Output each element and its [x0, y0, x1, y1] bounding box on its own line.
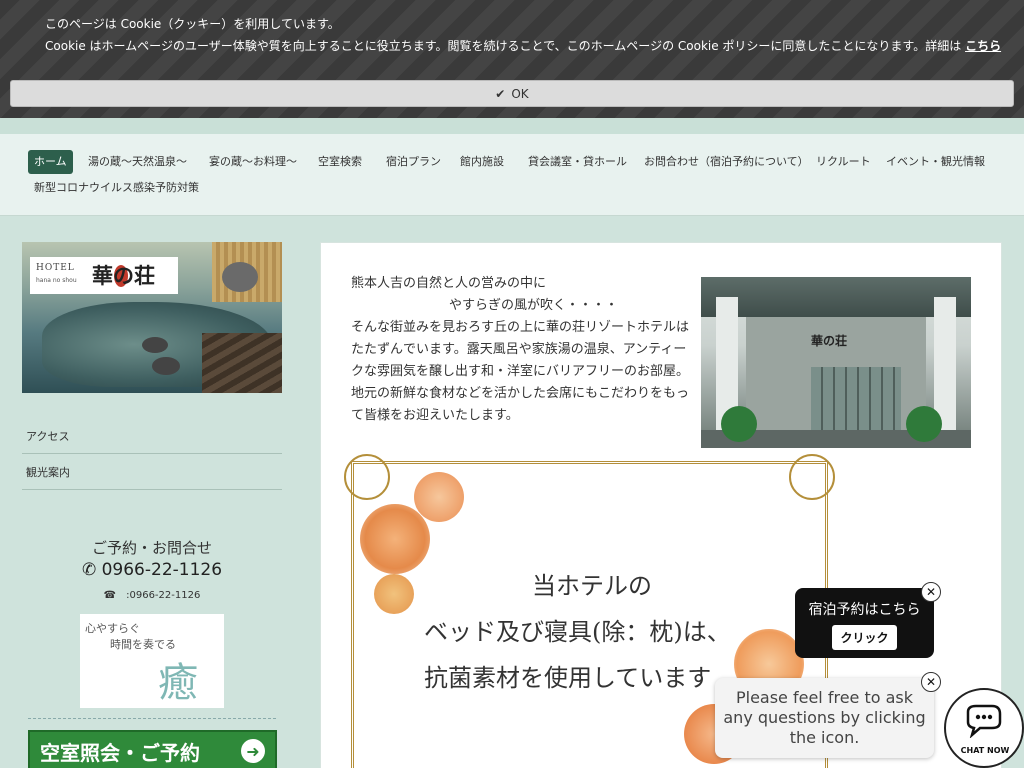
rose-flower-image [414, 472, 464, 522]
nav-item-meeting-rooms[interactable]: 貸会議室・貸ホール [528, 150, 627, 174]
nav-item-events[interactable]: イベント・観光情報 [886, 150, 985, 174]
contact-phone-sub: ☎ :0966-22-1126 [103, 590, 201, 601]
nav-item-contact[interactable]: お問合わせ（宿泊予約について） [644, 150, 809, 174]
cookie-ok-label: OK [511, 86, 529, 101]
booking-click-button[interactable]: クリック [832, 625, 897, 650]
logo-romaji-text: hana no shou [36, 277, 77, 284]
vacancy-reserve-button[interactable]: 空室照会・ご予約 ➜ [28, 730, 277, 768]
cookie-message-body: Cookie はホームページのユーザー体験や質を向上することに役立ちます。閲覧を… [45, 37, 1001, 54]
header-strip [0, 118, 1024, 134]
wooden-deck [202, 333, 282, 393]
hotel-entrance-photo: 華の荘 [701, 277, 971, 448]
iyashi-banner[interactable]: 心やすらぐ 時間を奏でる 癒 [80, 614, 224, 708]
potted-plant [906, 406, 942, 442]
stepping-stone [142, 337, 168, 353]
cookie-details-link[interactable]: こちら [965, 39, 1001, 53]
entrance-doors [811, 367, 901, 437]
nav-item-onsen[interactable]: 湯の蔵〜天然温泉〜 [88, 150, 187, 174]
logo-name-text: 華の荘 [92, 263, 155, 288]
fountain-rock [222, 262, 258, 292]
frame-ornament [789, 454, 835, 500]
main-nav: ホーム 湯の蔵〜天然温泉〜 宴の蔵〜お料理〜 空室検索 宿泊プラン 館内施設 貸… [0, 134, 1024, 216]
arrow-right-icon: ➜ [241, 739, 265, 763]
cookie-banner: このページは Cookie（クッキー）を利用しています。 Cookie はホーム… [0, 0, 1024, 118]
banner-line-1: 心やすらぐ [85, 622, 140, 635]
sidebar-link-access[interactable]: アクセス [22, 418, 282, 454]
chat-icon [966, 704, 1002, 738]
booking-popup[interactable]: 宿泊予約はこちら クリック [795, 588, 934, 658]
notice-line-1: 当ホテルの [532, 572, 652, 600]
intro-line-1: 熊本人吉の自然と人の営みの中に [351, 276, 547, 291]
chat-message-bubble[interactable]: Please feel free to ask any questions by… [715, 678, 934, 758]
entrance-sign: 華の荘 [811, 334, 848, 348]
booking-popup-title: 宿泊予約はこちら [808, 602, 921, 618]
cookie-message-title: このページは Cookie（クッキー）を利用しています。 [45, 17, 340, 31]
onsen-hero-image: HOTEL hana no shou 華の荘 [22, 242, 282, 393]
banner-kanji: 癒 [158, 660, 198, 706]
rose-flower-image [360, 504, 430, 574]
chat-now-label: CHAT NOW [960, 746, 1010, 755]
nav-item-cuisine[interactable]: 宴の蔵〜お料理〜 [209, 150, 297, 174]
notice-line-2: ベッド及び寝具(除：枕)は、 [424, 618, 731, 646]
contact-title: ご予約・お問合せ [91, 539, 212, 557]
nav-item-facilities[interactable]: 館内施設 [460, 150, 504, 174]
frame-ornament [344, 454, 390, 500]
nav-item-covid[interactable]: 新型コロナウイルス感染予防対策 [34, 176, 199, 200]
nav-item-recruit[interactable]: リクルート [816, 150, 871, 174]
close-icon[interactable]: ✕ [921, 672, 941, 692]
entrance-awning [701, 277, 971, 317]
check-icon: ✔ [495, 86, 506, 101]
close-icon[interactable]: ✕ [921, 582, 941, 602]
stepping-stone [152, 357, 180, 375]
nav-item-vacancy-search[interactable]: 空室検索 [318, 150, 362, 174]
nav-item-home[interactable]: ホーム [28, 150, 73, 174]
hotel-logo[interactable]: HOTEL hana no shou 華の荘 [30, 257, 178, 294]
contact-phone-number: 0966-22-1126 [101, 560, 223, 580]
rose-flower-image [374, 574, 414, 614]
nav-item-plans[interactable]: 宿泊プラン [386, 150, 441, 174]
phone-icon: ✆ [81, 560, 97, 580]
cookie-ok-button[interactable]: ✔ OK [10, 80, 1014, 107]
contact-phone[interactable]: ✆ 0966-22-1126 [22, 560, 282, 580]
reserve-label: 空室照会・ご予約 [40, 740, 200, 765]
sidebar-divider [28, 718, 276, 719]
notice-line-3: 抗菌素材を使用しています [424, 664, 712, 692]
potted-plant [721, 406, 757, 442]
cookie-message-text: Cookie はホームページのユーザー体験や質を向上することに役立ちます。閲覧を… [45, 39, 962, 53]
sidebar-link-sightseeing[interactable]: 観光案内 [22, 454, 282, 490]
chat-now-button[interactable]: CHAT NOW [944, 688, 1024, 768]
intro-line-2: やすらぎの風が吹く・・・・ [449, 298, 619, 313]
intro-body: そんな街並みを見おろす丘の上に華の荘リゾートホテルはたたずんでいます。露天風呂や… [351, 320, 690, 423]
logo-hotel-text: HOTEL [36, 263, 75, 273]
intro-text: 熊本人吉の自然と人の営みの中に やすらぎの風が吹く・・・・ そんな街並みを見おろ… [351, 273, 691, 427]
